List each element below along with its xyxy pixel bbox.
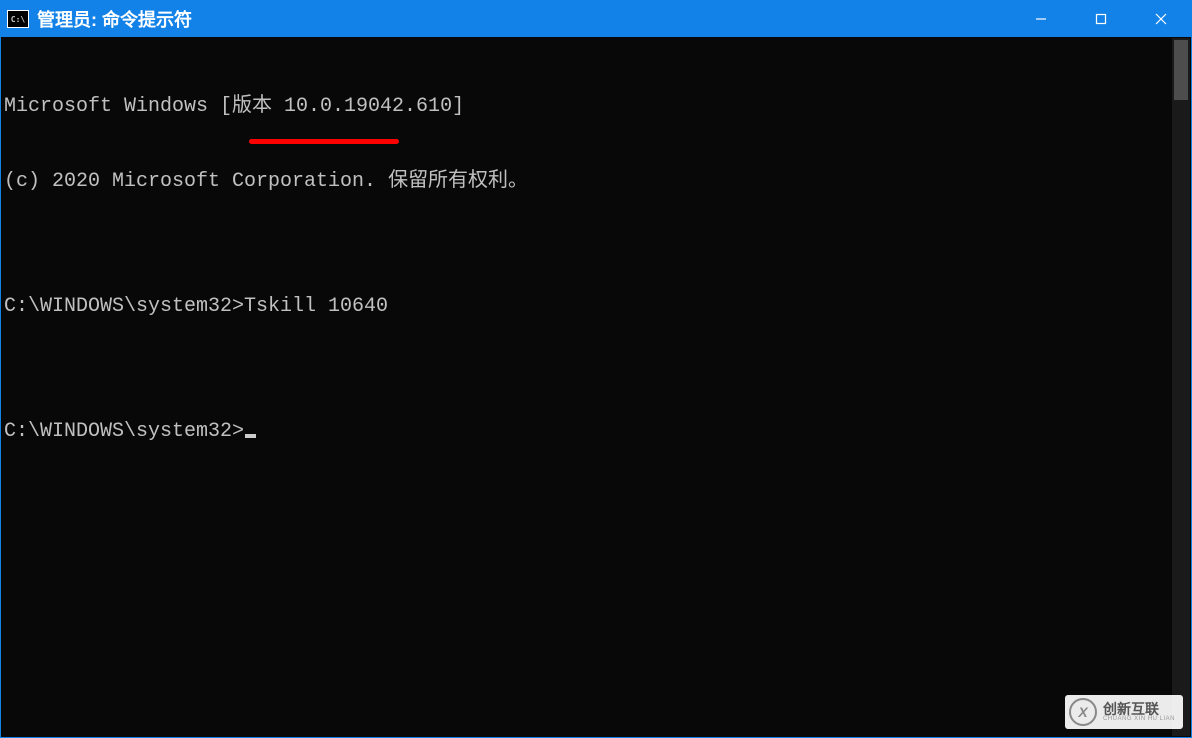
watermark-text: 创新互联 <box>1103 702 1175 716</box>
terminal-line: C:\WINDOWS\system32>Tskill 10640 <box>4 294 1170 319</box>
window-title: 管理员: 命令提示符 <box>37 6 1011 32</box>
scrollbar-thumb[interactable] <box>1174 40 1188 100</box>
watermark-subtext: CHUANG XIN HU LIAN <box>1103 716 1175 722</box>
maximize-icon <box>1095 13 1107 25</box>
maximize-button[interactable] <box>1071 1 1131 37</box>
cursor <box>245 434 256 438</box>
terminal-prompt: C:\WINDOWS\system32> <box>4 419 1170 444</box>
terminal-output[interactable]: Microsoft Windows [版本 10.0.19042.610] (c… <box>2 38 1172 736</box>
minimize-icon <box>1035 13 1047 25</box>
titlebar[interactable]: C:\ 管理员: 命令提示符 <box>1 1 1191 37</box>
minimize-button[interactable] <box>1011 1 1071 37</box>
app-icon: C:\ <box>7 10 29 28</box>
close-button[interactable] <box>1131 1 1191 37</box>
prompt-text: C:\WINDOWS\system32> <box>4 420 244 443</box>
client-area: Microsoft Windows [版本 10.0.19042.610] (c… <box>2 38 1190 736</box>
vertical-scrollbar[interactable] <box>1172 38 1190 736</box>
watermark-logo-icon: X <box>1069 698 1097 726</box>
window-controls <box>1011 1 1191 37</box>
annotation-underline <box>249 139 399 144</box>
close-icon <box>1155 13 1167 25</box>
watermark: X 创新互联 CHUANG XIN HU LIAN <box>1065 695 1183 729</box>
terminal-line: Microsoft Windows [版本 10.0.19042.610] <box>4 94 1170 119</box>
terminal-line: (c) 2020 Microsoft Corporation. 保留所有权利。 <box>4 169 1170 194</box>
window-frame: C:\ 管理员: 命令提示符 Microsoft Win <box>0 0 1192 738</box>
